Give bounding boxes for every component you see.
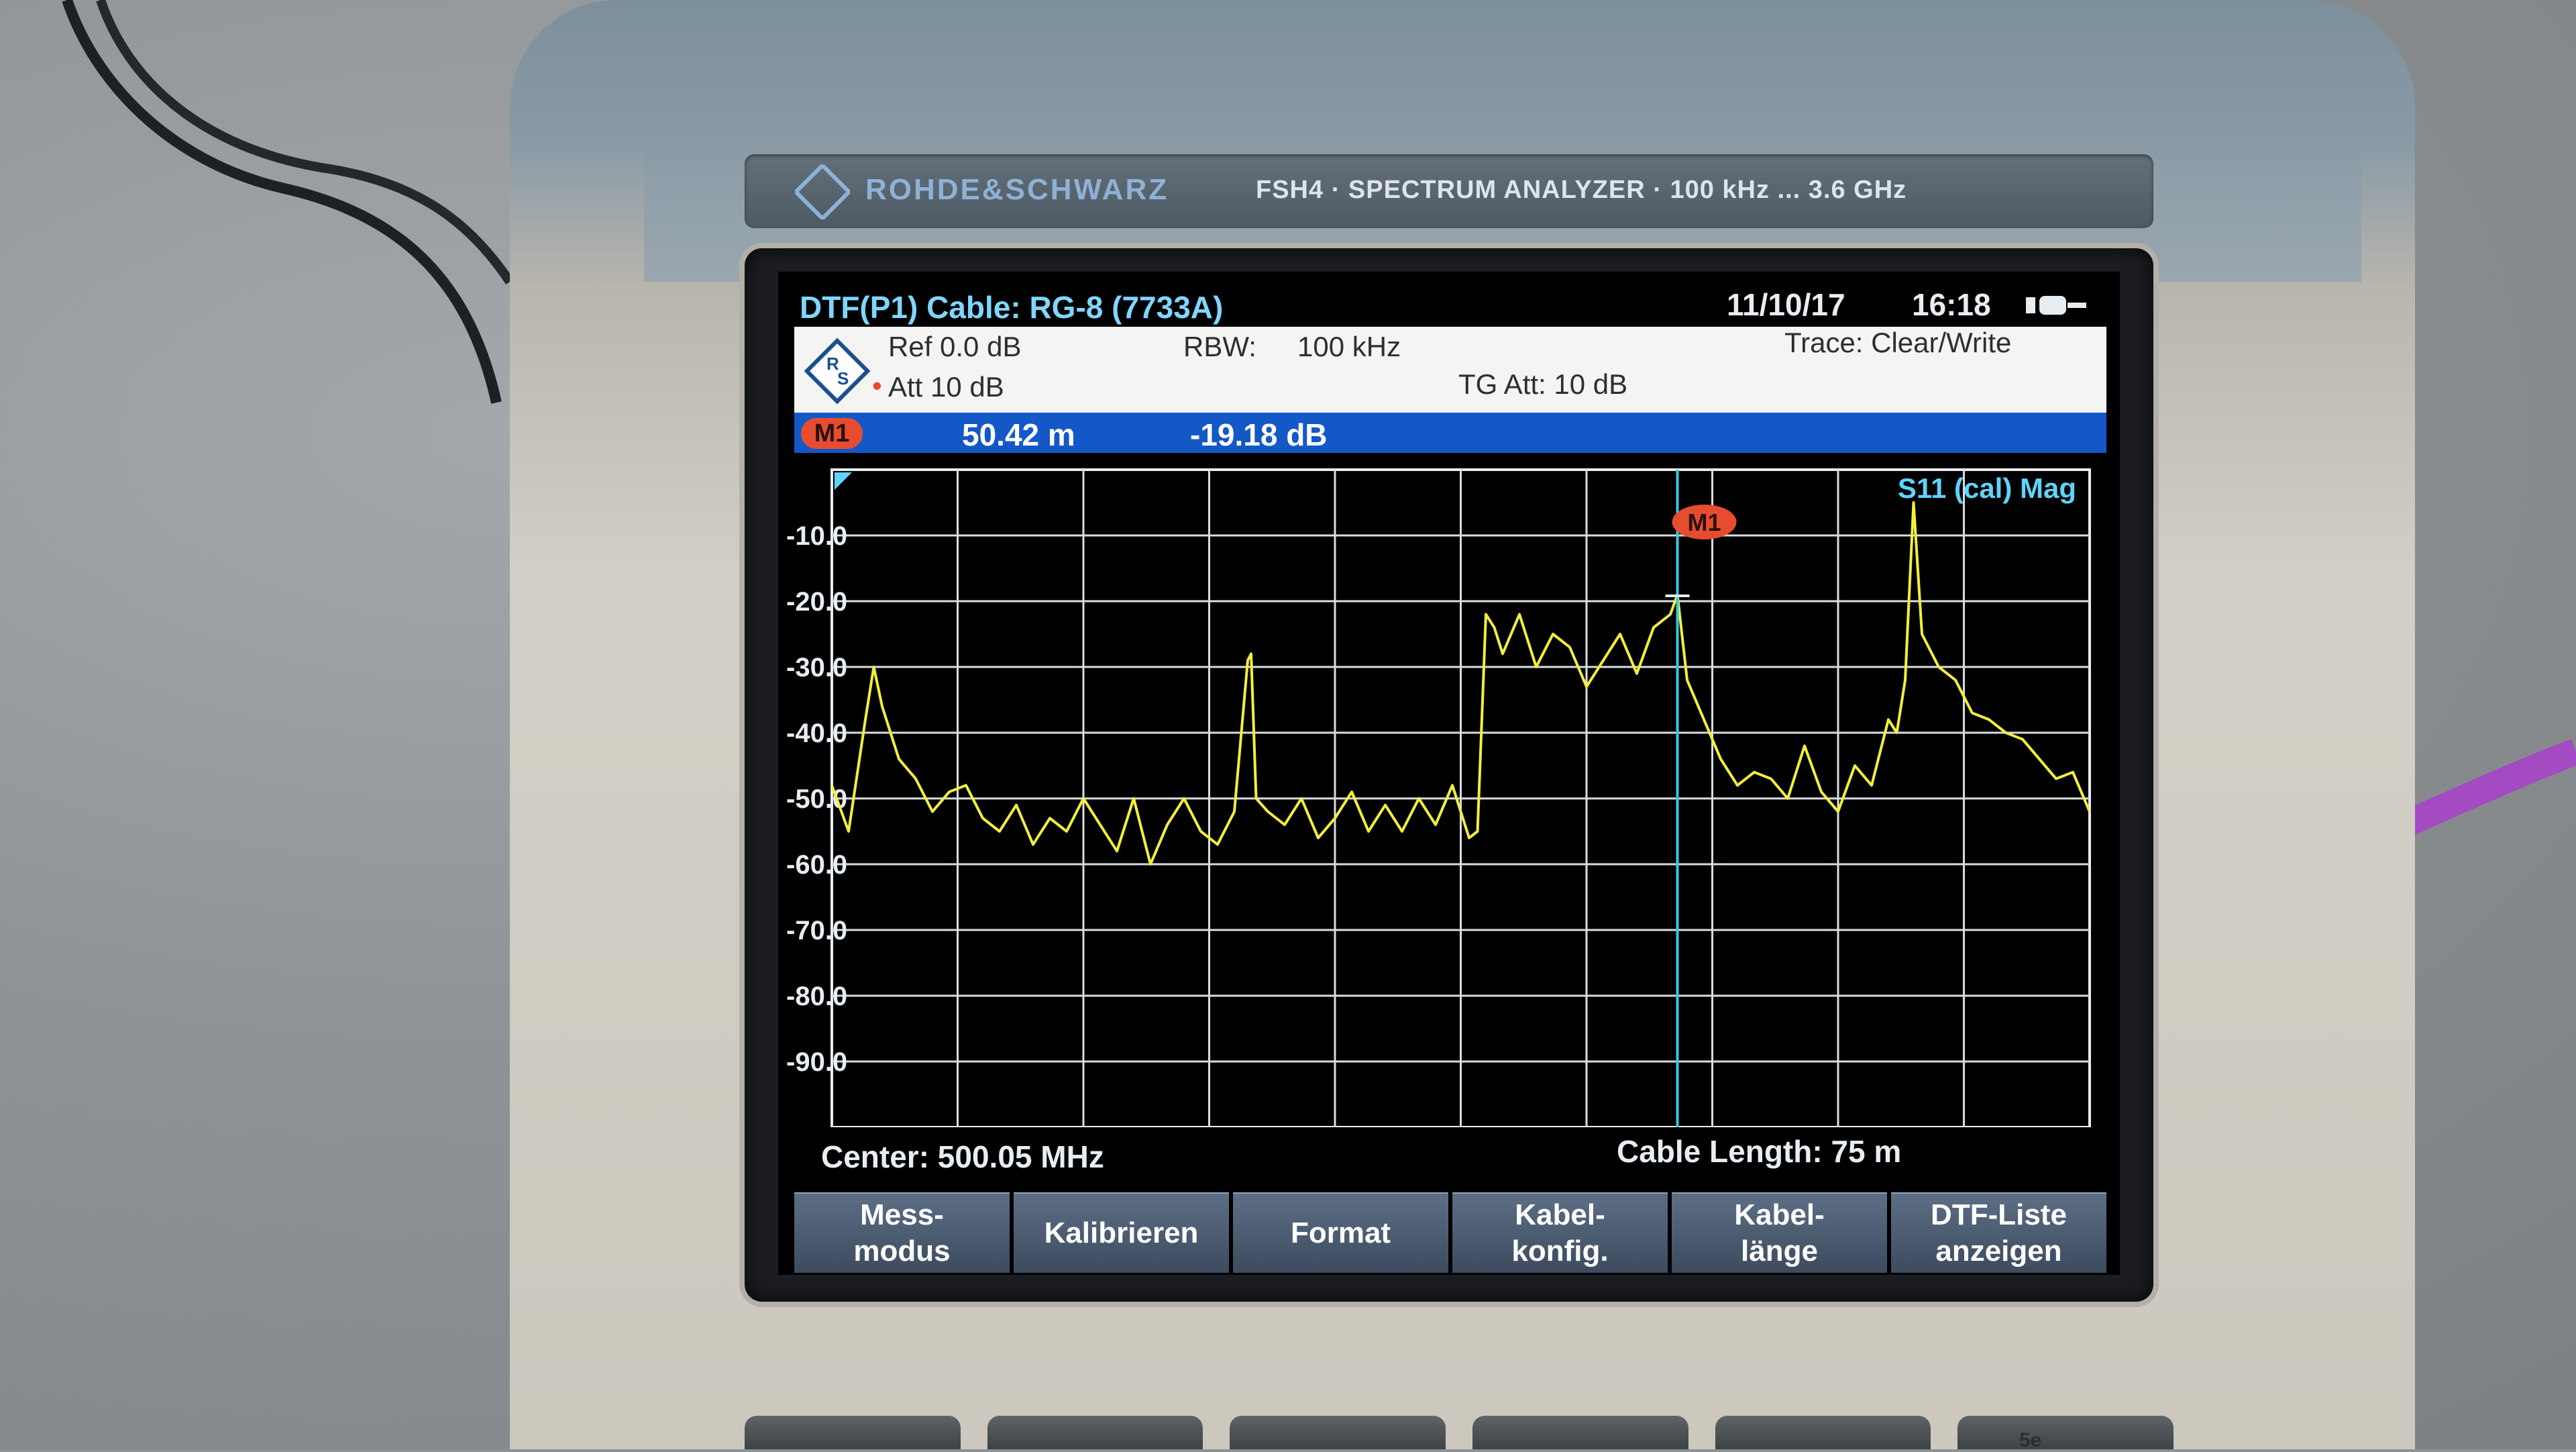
trace-mode: Trace: Clear/Write — [1784, 327, 2012, 358]
rbw-value: 100 kHz — [1297, 331, 1401, 362]
y-tick-label: -80.0 — [786, 982, 847, 1011]
softkey-format[interactable]: Format — [1233, 1192, 1448, 1273]
softkey-dtf-liste[interactable]: DTF-Liste anzeigen — [1891, 1192, 2106, 1273]
dtf-plot: -10.0-20.0-30.0-40.0-50.0-60.0-70.0-80.0… — [786, 468, 2091, 1127]
softkey-kalibrieren[interactable]: Kalibrieren — [1014, 1192, 1229, 1273]
hardware-buttons — [745, 1416, 2174, 1449]
hardware-key-2[interactable] — [987, 1416, 1203, 1449]
info-panel: R S Ref 0.0 dB • Att 10 dB RBW: 100 kHz … — [794, 327, 2106, 413]
date-label: 11/10/17 — [1727, 287, 1845, 322]
y-tick-label: -40.0 — [786, 719, 847, 748]
softkey-kabelkonfig[interactable]: Kabel- konfig. — [1452, 1192, 1668, 1273]
marker-badge-label: M1 — [1687, 509, 1721, 536]
model-label: FSH4 · SPECTRUM ANALYZER · 100 kHz ... 3… — [1256, 176, 1907, 204]
rs-logo-icon: R S — [804, 338, 871, 405]
attenuation: Att 10 dB — [888, 371, 1004, 403]
softkey-messmodus[interactable]: Mess- modus — [794, 1192, 1010, 1273]
marker-distance: 50.42 m — [962, 417, 1075, 452]
hardware-key-3[interactable] — [1230, 1416, 1446, 1449]
hardware-key-1[interactable] — [745, 1416, 961, 1449]
trace-label: S11 (cal) Mag — [1898, 472, 2076, 504]
hardware-key-4[interactable] — [1472, 1416, 1688, 1449]
svg-text:S: S — [837, 368, 849, 388]
mode-header: DTF(P1) Cable: RG-8 (7733A) — [800, 290, 1224, 325]
battery-icon — [2026, 296, 2086, 315]
ref-level: Ref 0.0 dB — [888, 331, 1022, 362]
cable-length: Cable Length: 75 m — [1617, 1134, 1902, 1169]
y-tick-label: -20.0 — [786, 587, 847, 617]
hardware-key-6[interactable] — [1957, 1416, 2174, 1449]
purple-cable — [2382, 739, 2576, 845]
analyzer-screen: DTF(P1) Cable: RG-8 (7733A) 11/10/17 16:… — [778, 272, 2120, 1275]
hardware-key-label: 5e — [2019, 1429, 2042, 1451]
marker-readout-bar: M1 50.42 m -19.18 dB — [794, 413, 2106, 453]
brand-name: ROHDE&SCHWARZ — [865, 173, 1169, 206]
hardware-key-5[interactable] — [1715, 1416, 1931, 1449]
marker-level: -19.18 dB — [1190, 417, 1328, 452]
softkey-bar: Mess- modus Kalibrieren Format Kabel- ko… — [794, 1192, 2106, 1273]
rbw-label: RBW: — [1183, 331, 1256, 362]
y-tick-label: -10.0 — [786, 521, 847, 551]
marker-badge: M1 — [801, 418, 863, 449]
center-frequency: Center: 500.05 MHz — [821, 1139, 1104, 1174]
y-tick-label: -30.0 — [786, 653, 847, 682]
softkey-kabellaenge[interactable]: Kabel- länge — [1672, 1192, 1887, 1273]
tg-attenuation: TG Att: 10 dB — [1458, 368, 1628, 400]
rohde-schwarz-logo-icon — [795, 164, 850, 219]
y-tick-label: -90.0 — [786, 1047, 847, 1077]
att-dot-icon: • — [872, 370, 882, 401]
y-tick-label: -60.0 — [786, 850, 847, 880]
time-label: 16:18 — [1912, 287, 1991, 322]
y-tick-label: -70.0 — [786, 916, 847, 945]
